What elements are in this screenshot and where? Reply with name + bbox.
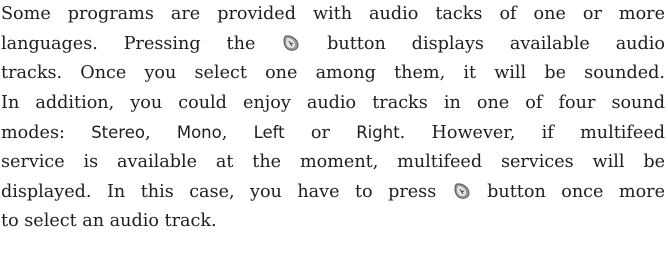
document-paragraph: Some programs are provided with audio ta… [1,0,665,237]
sound-mode-right: Right [356,123,400,143]
text-run: button displays available audio [327,33,665,54]
text-line-8: to select an audio track. [1,207,665,237]
sound-mode-mono: Mono [176,123,222,143]
text-run: or [310,123,330,144]
text-run: Some programs are provided with audio ta… [1,4,665,24]
text-run: . However, if multifeed [399,123,666,144]
sound-mode-stereo: Stereo [91,123,145,143]
text-run: modes: [1,123,65,144]
separator: , [144,123,151,144]
text-run: tracks. Once you select one among them, … [1,63,665,84]
text-line-6: service is available at the moment, mult… [1,148,665,178]
text-line-5: modes: Stereo, Mono, Left or Right. Howe… [1,118,665,148]
text-line-3: tracks. Once you select one among them, … [1,59,665,89]
text-run: to select an audio track. [1,211,217,232]
audio-button-icon [454,182,470,199]
text-run: languages. Pressing the [1,33,256,54]
audio-button-icon [283,34,299,51]
text-line-7: displayed. In this case, you have to pre… [1,178,665,208]
sound-mode-left: Left [253,123,285,143]
separator: , [221,123,228,144]
text-run: displayed. In this case, you have to pre… [1,181,437,202]
text-run: In addition, you could enjoy audio track… [1,92,665,113]
text-run: button once more [487,181,665,202]
text-line-2: languages. Pressing the button displays … [1,30,665,60]
text-line-4: In addition, you could enjoy audio track… [1,89,665,119]
text-run: service is available at the moment, mult… [1,151,665,172]
text-line-1: Some programs are provided with audio ta… [1,0,665,30]
